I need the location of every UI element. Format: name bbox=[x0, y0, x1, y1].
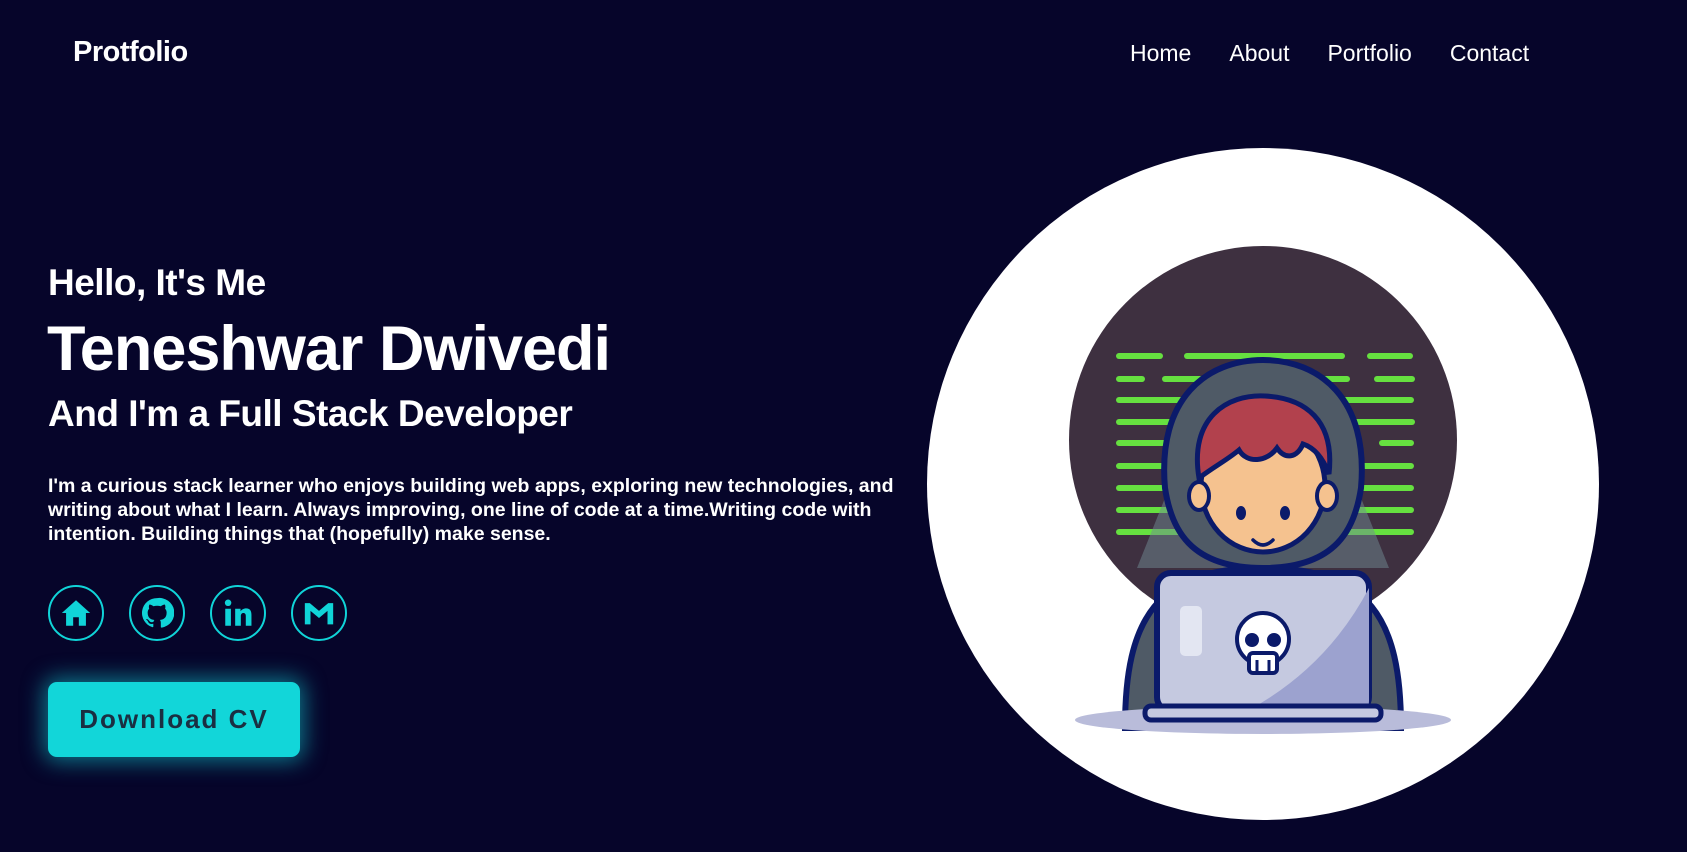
download-cv-button[interactable]: Download CV bbox=[48, 682, 300, 757]
logo[interactable]: Protfolio bbox=[73, 36, 188, 69]
nav-portfolio[interactable]: Portfolio bbox=[1327, 40, 1411, 67]
github-icon bbox=[141, 597, 174, 628]
social-github-link[interactable] bbox=[129, 585, 185, 641]
developer-illustration-icon bbox=[1069, 246, 1457, 734]
greeting: Hello, It's Me bbox=[48, 262, 266, 303]
social-links bbox=[48, 585, 347, 641]
main-nav: Home About Portfolio Contact bbox=[1130, 40, 1529, 67]
nav-contact[interactable]: Contact bbox=[1450, 40, 1529, 67]
home-icon bbox=[61, 600, 91, 626]
social-gmail-link[interactable] bbox=[291, 585, 347, 641]
hero-bio: I'm a curious stack learner who enjoys b… bbox=[48, 475, 894, 545]
gmail-icon bbox=[304, 603, 334, 625]
hero-illustration bbox=[927, 148, 1599, 820]
nav-about[interactable]: About bbox=[1229, 40, 1289, 67]
hero-role: And I'm a Full Stack Developer bbox=[48, 393, 573, 434]
page: Protfolio Home About Portfolio Contact H… bbox=[0, 0, 1687, 852]
nav-home[interactable]: Home bbox=[1130, 40, 1191, 67]
hero-name: Teneshwar Dwivedi bbox=[47, 314, 611, 384]
linkedin-icon bbox=[224, 599, 252, 626]
social-linkedin-link[interactable] bbox=[210, 585, 266, 641]
social-home-link[interactable] bbox=[48, 585, 104, 641]
